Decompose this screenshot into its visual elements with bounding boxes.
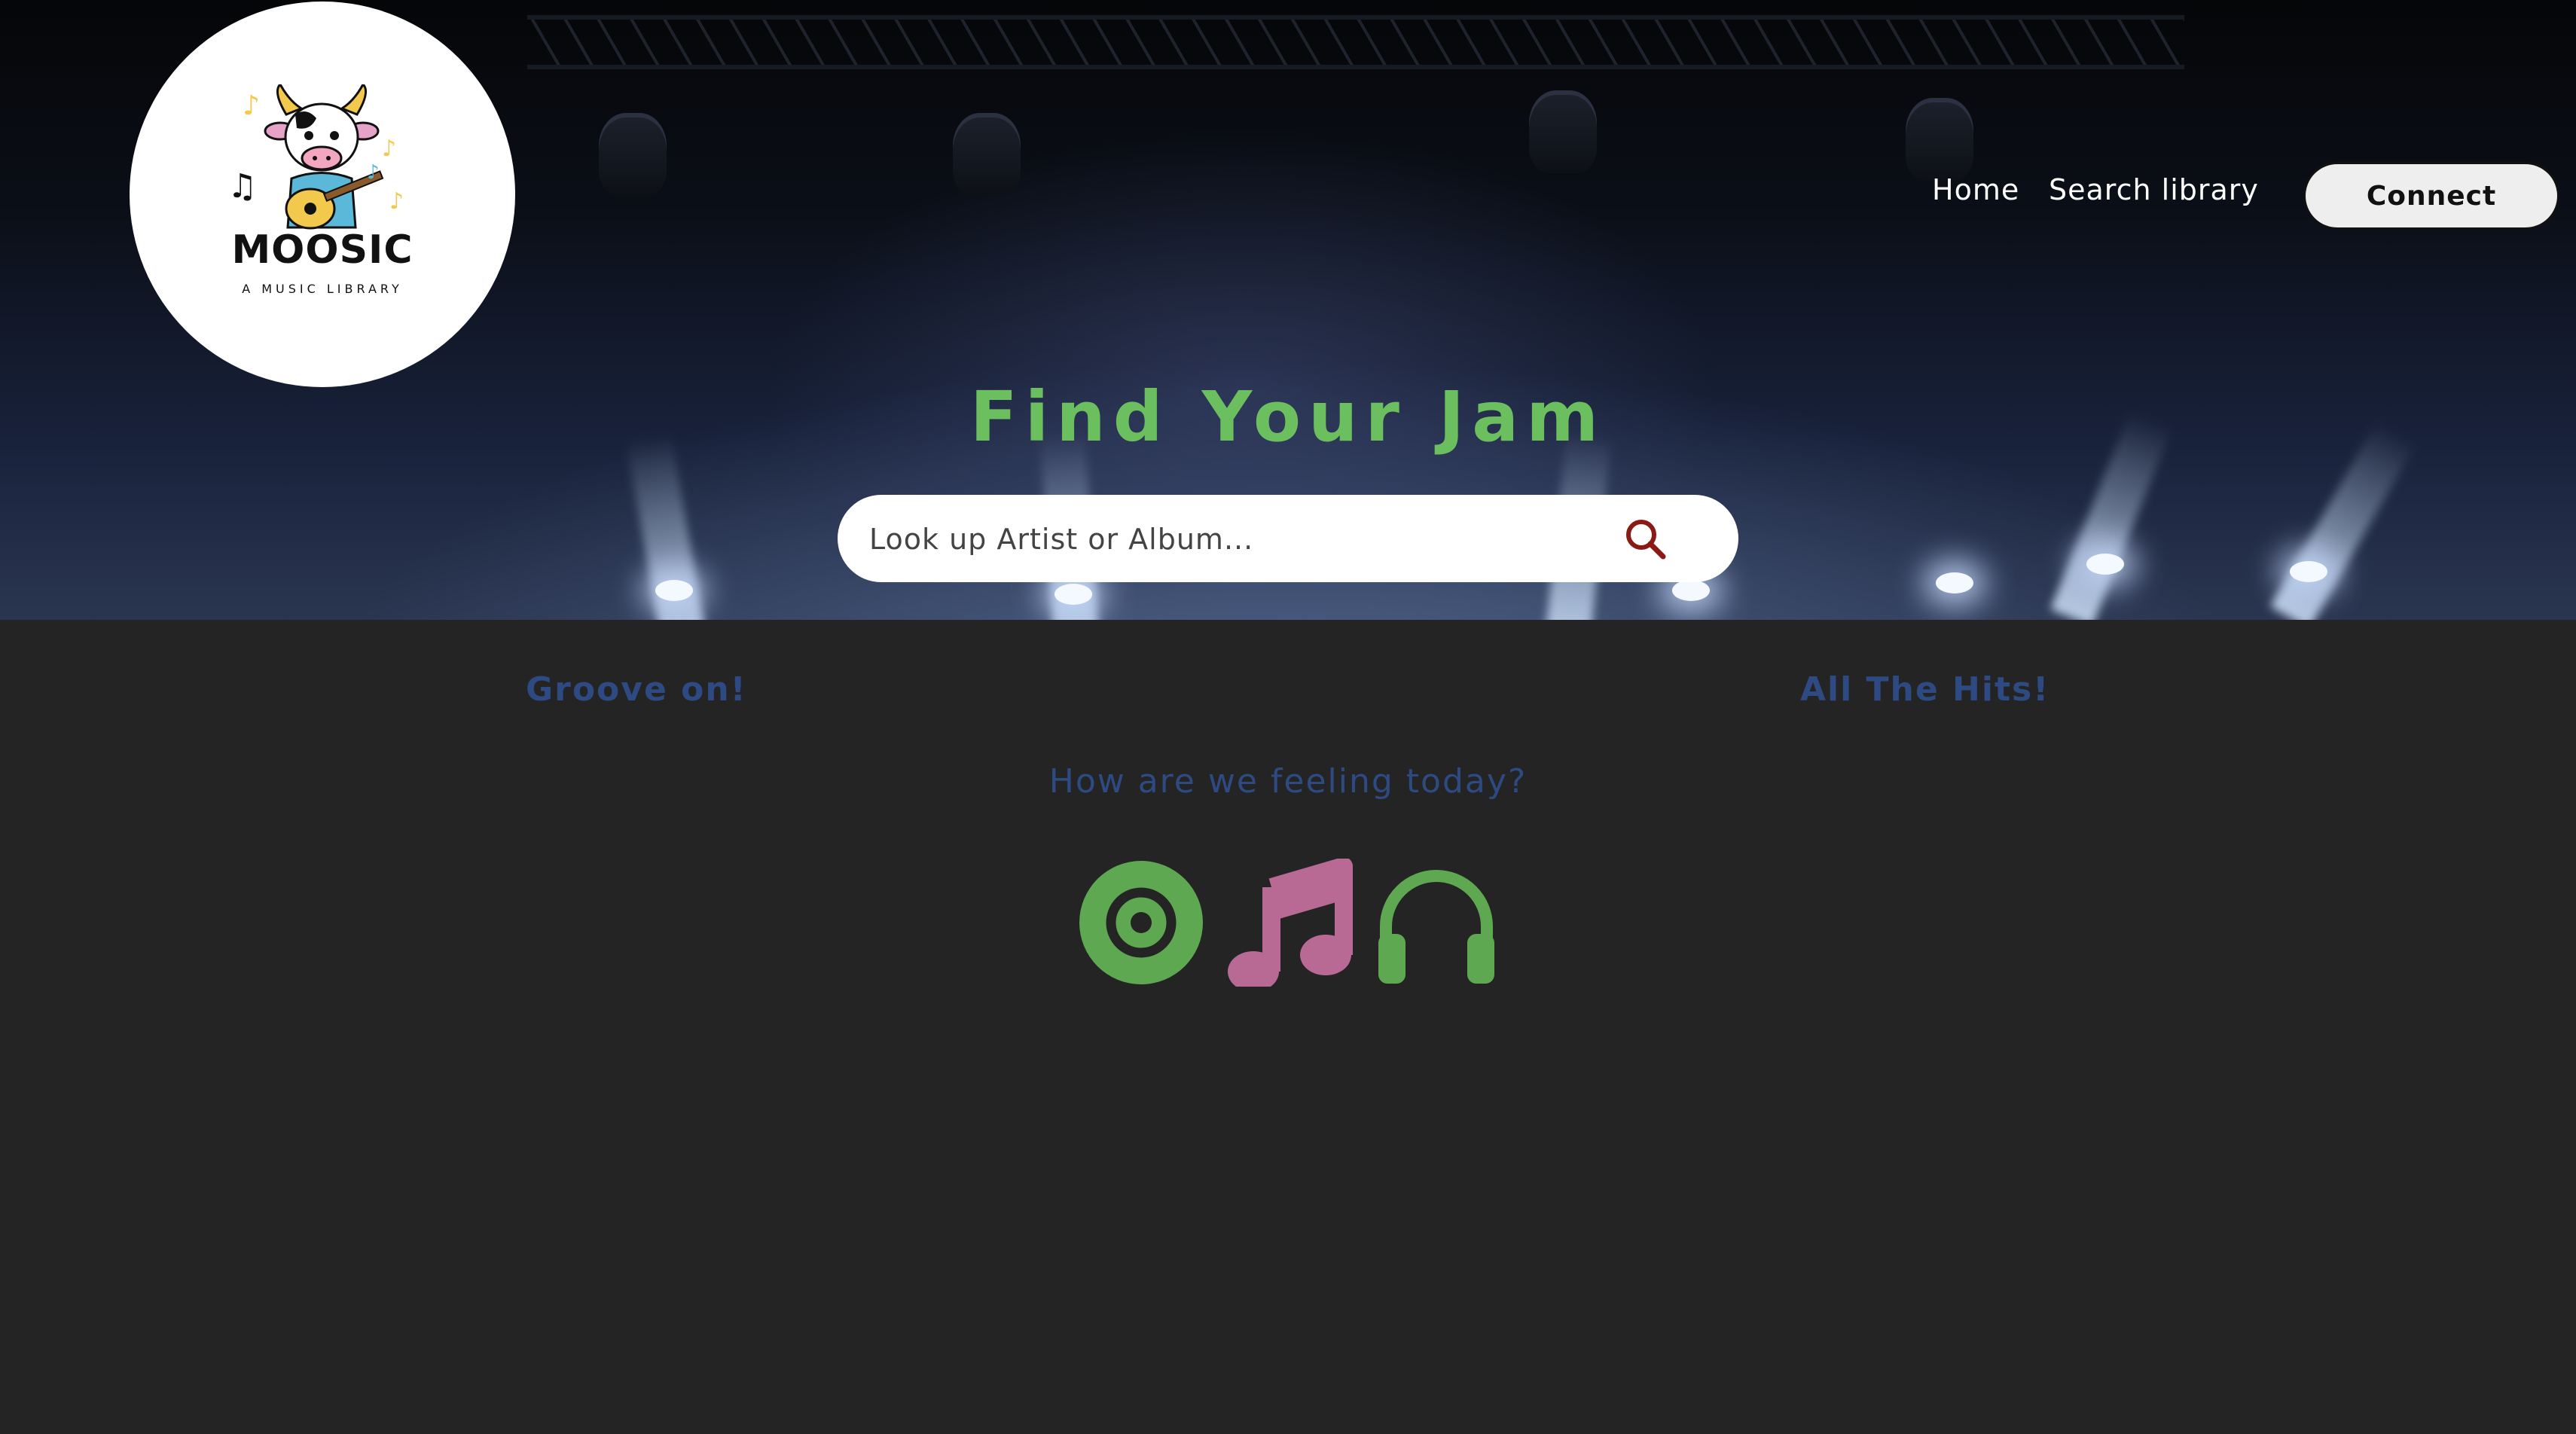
stage-light — [1529, 90, 1597, 173]
light-glow — [1055, 584, 1092, 605]
logo-wordmark: MOOSIC — [231, 227, 414, 273]
music-note-icon[interactable] — [1225, 859, 1353, 987]
svg-text:♪: ♪ — [389, 188, 404, 215]
site-logo[interactable]: ♪ ♫ ♪ ♪ ♪ MOOSIC A MUSIC LIBRARY — [130, 2, 515, 387]
headphones-icon[interactable] — [1372, 859, 1500, 987]
search-input[interactable] — [868, 495, 1624, 584]
search-icon[interactable] — [1621, 514, 1671, 564]
svg-text:♪: ♪ — [382, 136, 396, 162]
light-glow — [2290, 561, 2327, 582]
logo-tagline: A MUSIC LIBRARY — [242, 282, 403, 296]
stage-truss — [527, 15, 2184, 69]
stage-light — [1906, 98, 1973, 181]
groove-on-heading: Groove on! — [526, 670, 747, 709]
page: ♪ ♫ ♪ ♪ ♪ MOOSIC A MUSIC LIBRARY Home Se… — [0, 0, 2576, 1434]
stage-light — [599, 113, 667, 196]
search-bar — [838, 495, 1738, 584]
light-glow — [1936, 572, 1973, 593]
svg-text:♫: ♫ — [227, 167, 257, 206]
cow-guitar-logo-icon: ♪ ♫ ♪ ♪ ♪ — [227, 84, 404, 230]
light-glow — [2086, 554, 2124, 575]
svg-text:♪: ♪ — [243, 90, 260, 121]
nav-search-library-link[interactable]: Search library — [2049, 173, 2259, 206]
hero-headline: Find Your Jam — [969, 377, 1607, 457]
svg-text:♪: ♪ — [367, 161, 380, 184]
light-glow — [655, 580, 693, 601]
disc-icon[interactable] — [1077, 859, 1205, 987]
connect-button[interactable]: Connect — [2303, 162, 2559, 230]
light-glow — [1672, 580, 1710, 601]
mood-question: How are we feeling today? — [1048, 762, 1528, 801]
all-the-hits-heading: All The Hits! — [1800, 670, 2050, 709]
nav-home-link[interactable]: Home — [1932, 173, 2019, 206]
stage-light — [953, 113, 1021, 196]
